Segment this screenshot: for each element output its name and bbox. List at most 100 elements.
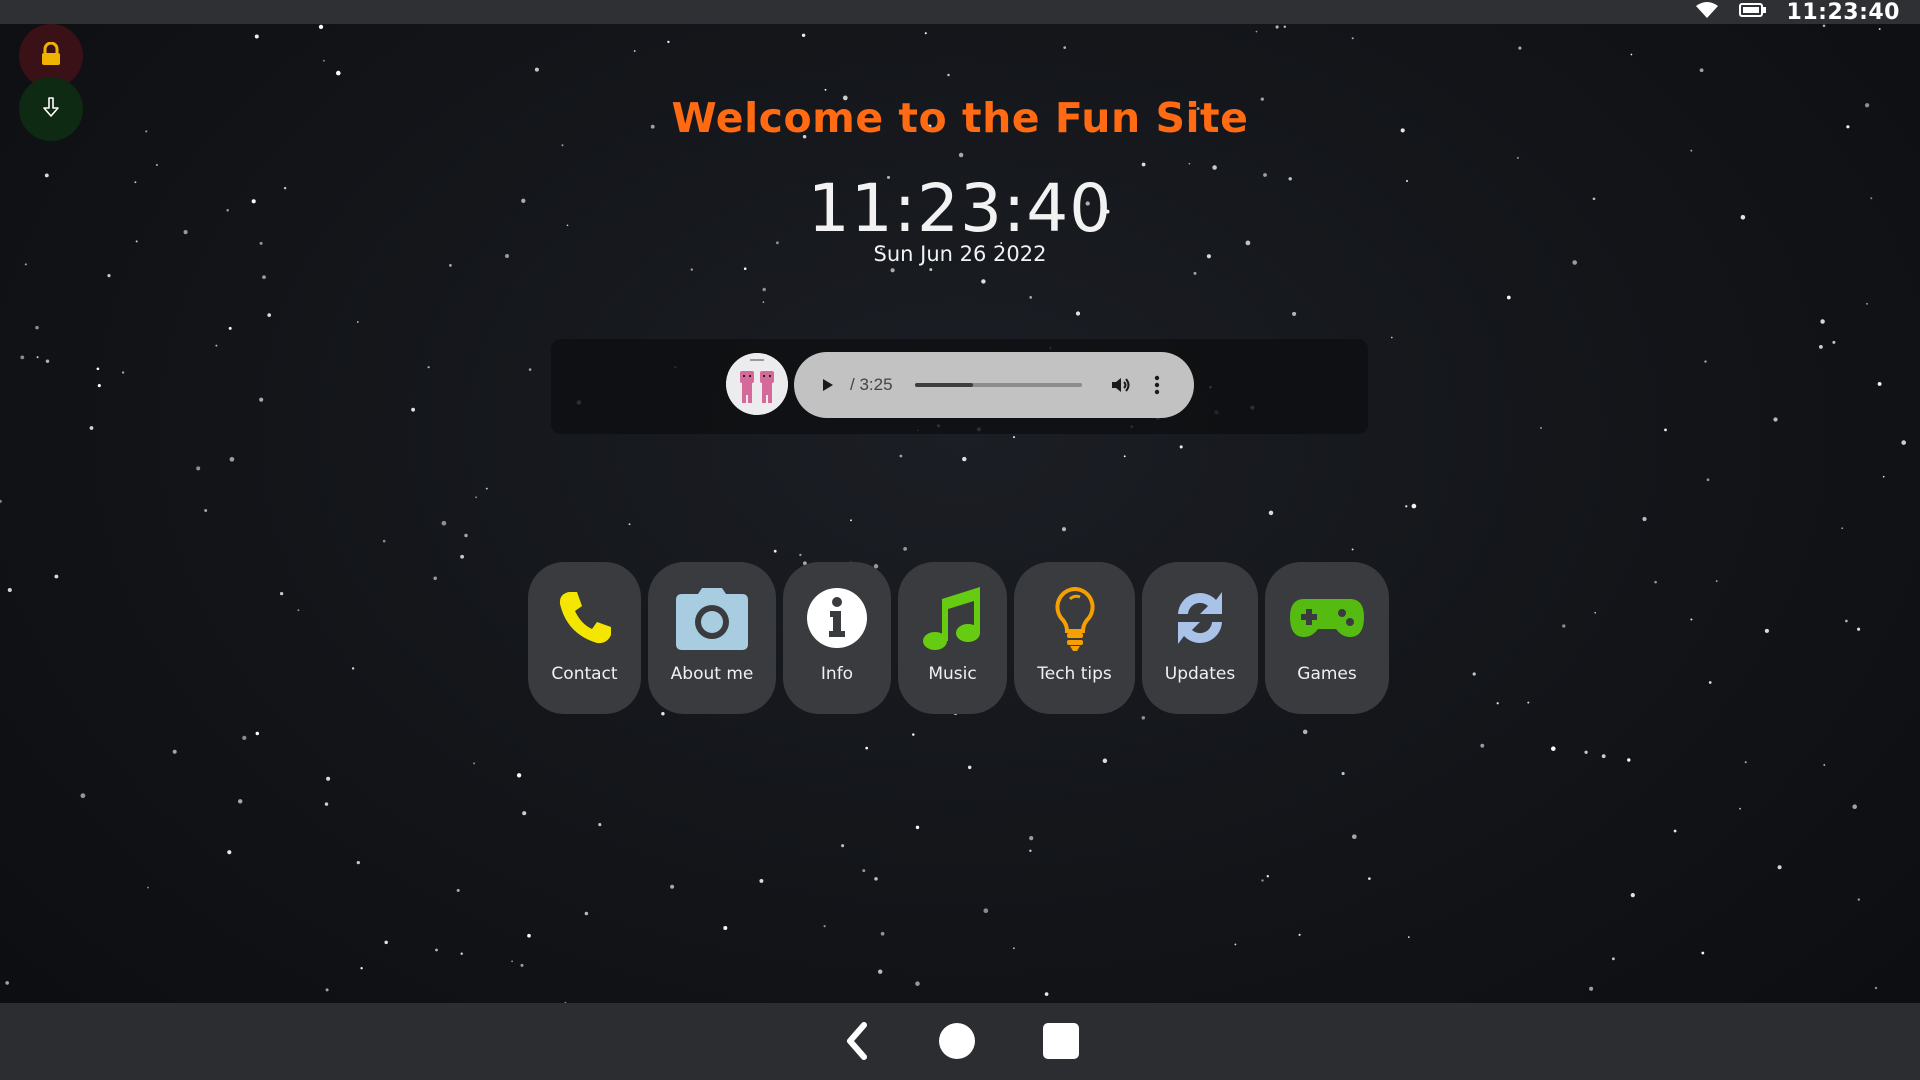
- lightbulb-icon: [1052, 586, 1098, 651]
- star: [1407, 936, 1410, 938]
- star: [259, 397, 264, 402]
- star: [1496, 702, 1499, 705]
- home-icon[interactable]: [939, 1023, 975, 1063]
- navigation-bar: [0, 1003, 1920, 1080]
- star: [107, 274, 111, 278]
- more-options-icon[interactable]: [1152, 373, 1162, 397]
- star: [1822, 24, 1826, 28]
- star: [254, 34, 259, 39]
- app-tech-tips[interactable]: Tech tips: [1014, 562, 1135, 714]
- star: [890, 268, 895, 273]
- star: [1123, 455, 1126, 458]
- star: [1368, 877, 1371, 880]
- star: [1063, 46, 1067, 49]
- star: [799, 553, 802, 557]
- star: [1516, 156, 1519, 159]
- star: [1642, 516, 1647, 522]
- back-icon[interactable]: [842, 1021, 872, 1065]
- star: [534, 67, 539, 72]
- star: [1292, 311, 1297, 316]
- star: [1823, 764, 1826, 766]
- star: [147, 886, 150, 889]
- star: [1540, 426, 1542, 429]
- star: [915, 981, 920, 986]
- star: [5, 981, 9, 985]
- star: [1141, 162, 1146, 167]
- star: [196, 466, 201, 471]
- star: [215, 344, 218, 347]
- star: [1704, 360, 1707, 363]
- star: [759, 878, 764, 883]
- star: [633, 50, 636, 52]
- star: [1832, 340, 1836, 344]
- app-label: Info: [820, 664, 854, 684]
- app-label: Contact: [551, 664, 618, 684]
- camera-icon: [674, 586, 750, 650]
- star: [89, 426, 94, 430]
- star: [1029, 296, 1033, 299]
- star: [1390, 336, 1393, 339]
- recents-icon[interactable]: [1043, 1023, 1079, 1063]
- star: [435, 948, 438, 952]
- star: [267, 313, 272, 317]
- star: [1764, 628, 1769, 633]
- star: [1480, 743, 1485, 748]
- star: [356, 321, 359, 323]
- app-label: Updates: [1164, 664, 1236, 684]
- star: [324, 802, 329, 806]
- star: [1527, 701, 1530, 704]
- star: [1268, 510, 1274, 516]
- star: [1901, 440, 1907, 445]
- friends-album-art: [726, 353, 788, 415]
- star: [80, 793, 86, 799]
- star: [1012, 947, 1015, 950]
- star: [823, 925, 826, 928]
- app-label: About me: [670, 664, 754, 684]
- star: [121, 371, 125, 374]
- star: [773, 549, 777, 553]
- star: [322, 59, 325, 62]
- star: [1102, 758, 1108, 764]
- star: [1654, 580, 1657, 584]
- star: [1029, 849, 1032, 852]
- audio-progress-fill: [915, 383, 974, 387]
- star: [1820, 319, 1825, 324]
- star: [1664, 428, 1667, 432]
- star: [1690, 618, 1693, 621]
- star: [1630, 53, 1633, 56]
- app-games[interactable]: Games: [1265, 562, 1389, 714]
- app-about-me[interactable]: About me: [648, 562, 776, 714]
- star: [1601, 754, 1606, 759]
- star: [1589, 986, 1594, 991]
- app-music[interactable]: Music: [898, 562, 1007, 714]
- audio-progress-slider[interactable]: [915, 383, 1082, 387]
- star: [155, 163, 158, 167]
- star: [237, 799, 243, 804]
- clock: 11:23:40: [807, 170, 1113, 247]
- star: [628, 523, 631, 526]
- star: [1275, 25, 1279, 29]
- app-contact[interactable]: Contact: [528, 562, 641, 714]
- play-button[interactable]: [816, 374, 838, 396]
- star: [1411, 503, 1417, 509]
- star: [1341, 771, 1345, 776]
- star: [762, 301, 765, 303]
- star: [522, 811, 527, 816]
- star: [1739, 807, 1742, 810]
- star: [456, 888, 460, 892]
- app-info[interactable]: Info: [783, 562, 891, 714]
- star: [903, 547, 907, 551]
- phone-icon: [555, 586, 615, 650]
- star: [1877, 381, 1882, 386]
- star: [962, 456, 967, 462]
- star: [1283, 25, 1286, 28]
- star: [1701, 951, 1705, 955]
- app-updates[interactable]: Updates: [1142, 562, 1258, 714]
- star: [1584, 750, 1588, 754]
- star: [1611, 957, 1615, 961]
- star: [1690, 149, 1693, 152]
- star: [743, 267, 747, 271]
- star: [1234, 943, 1237, 946]
- star: [1506, 295, 1511, 300]
- volume-icon[interactable]: [1109, 373, 1133, 397]
